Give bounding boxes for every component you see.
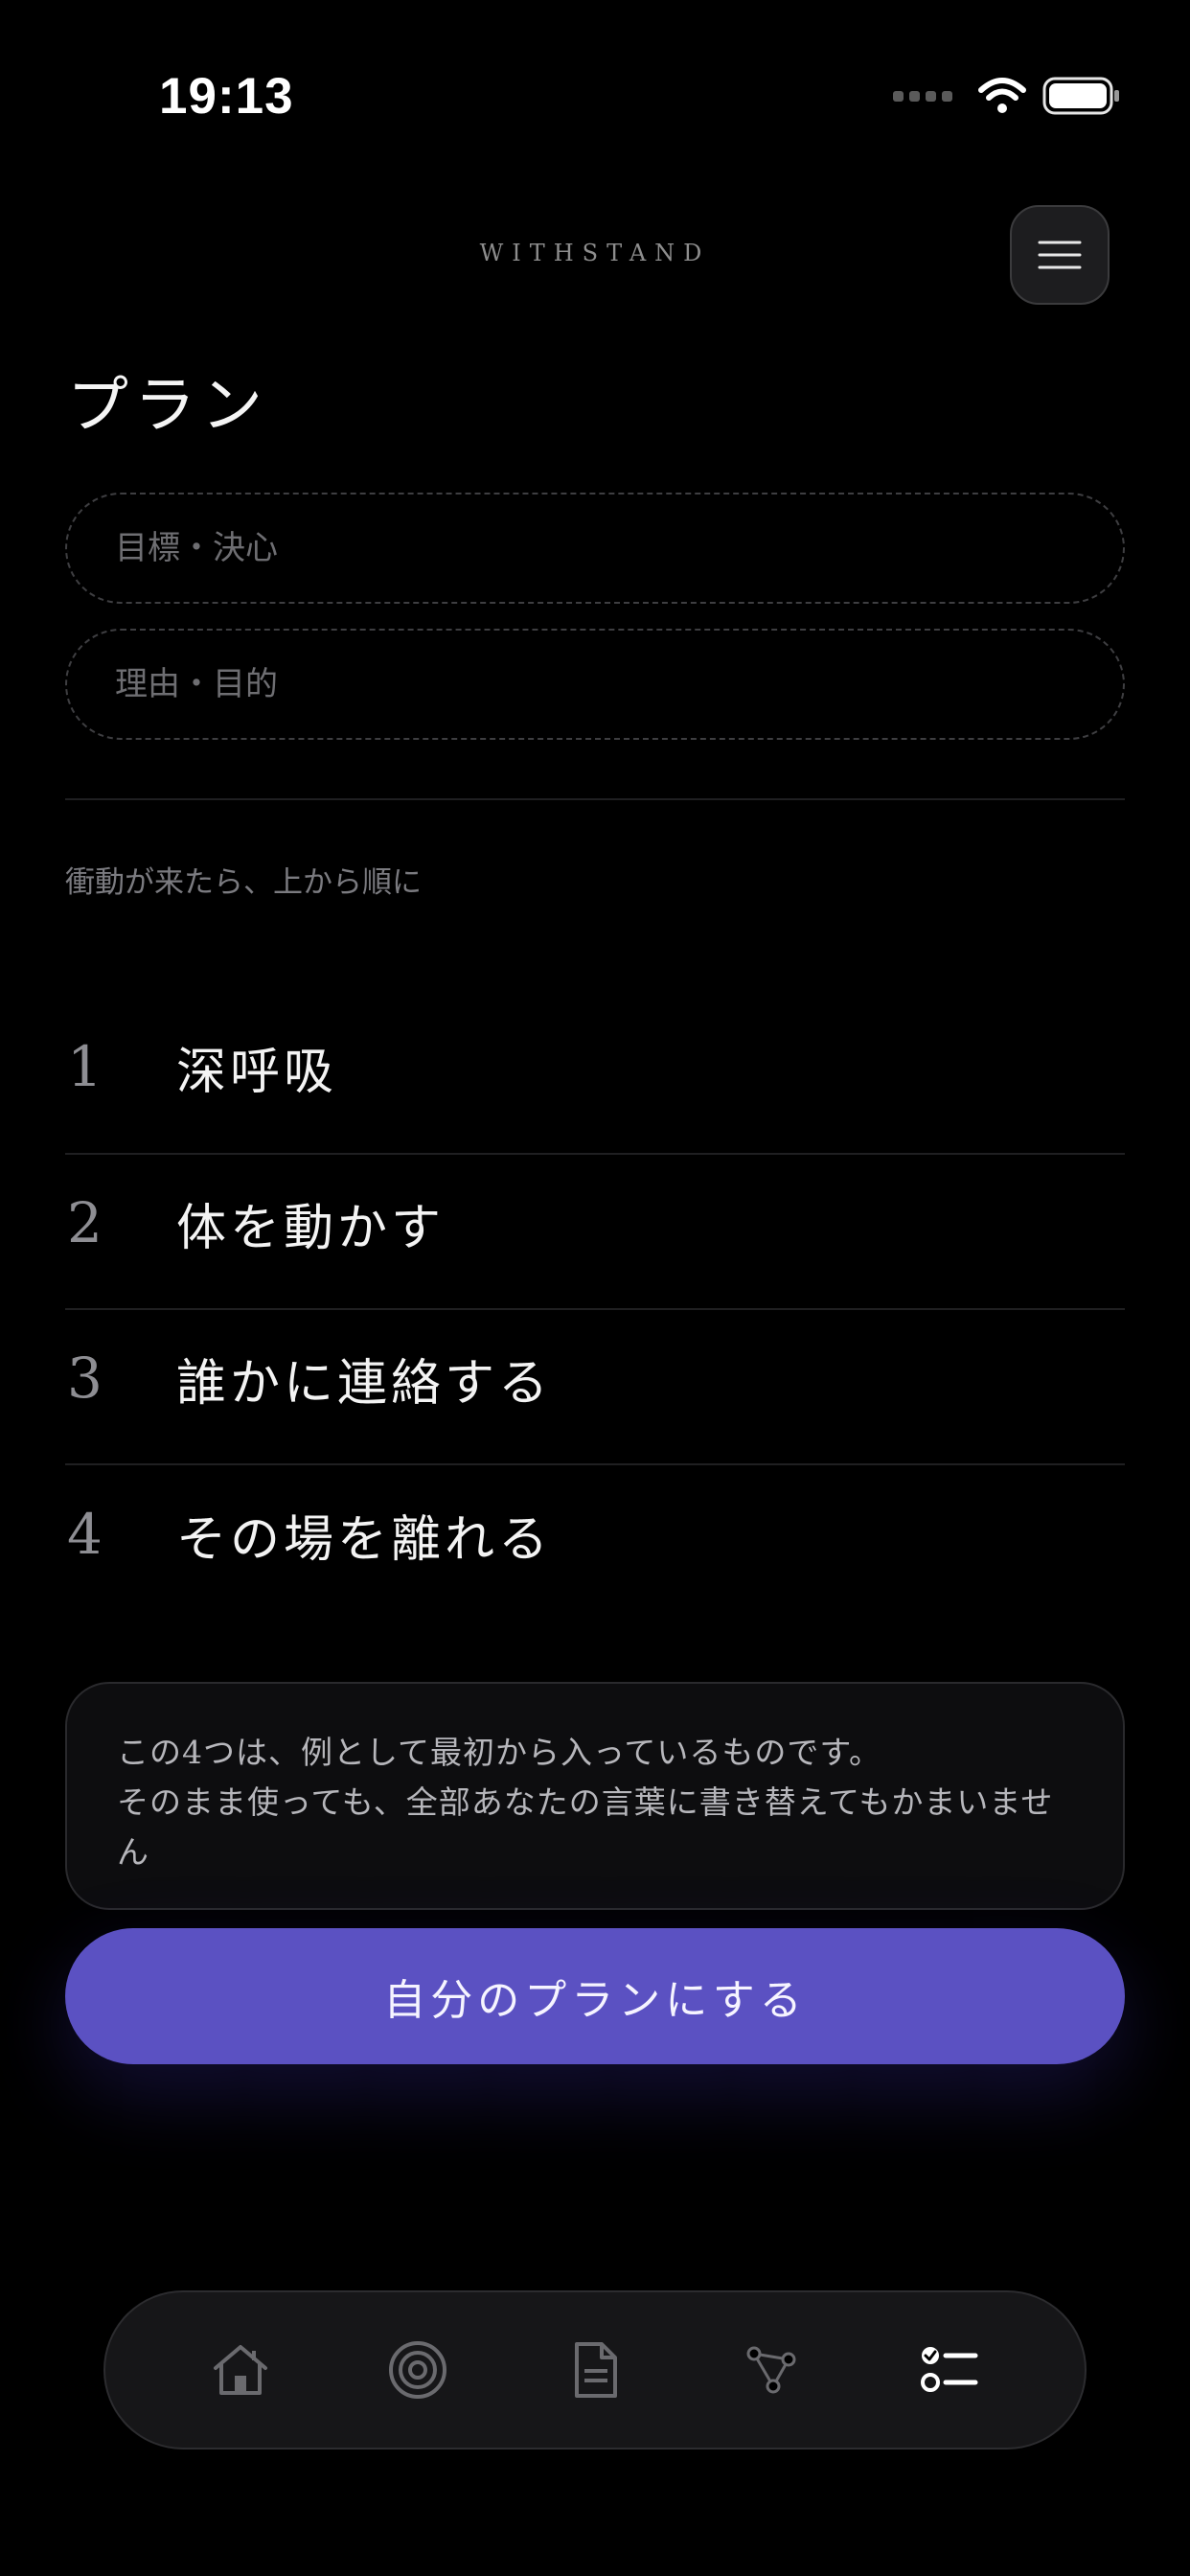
document-icon [574, 2342, 617, 2398]
step-row[interactable]: 3 誰かに連絡する [65, 1300, 1125, 1456]
step-label: 深呼吸 [176, 1043, 338, 1101]
note-line: そのまま使っても、全部あなたの言葉に書き替えてもかまいません [117, 1783, 1054, 1871]
menu-button[interactable] [1010, 205, 1110, 305]
tab-plan[interactable] [902, 2322, 997, 2418]
step-row[interactable]: 4 その場を離れる [65, 1457, 1125, 1612]
goal-input[interactable] [65, 493, 1125, 604]
checklist-icon [921, 2347, 978, 2392]
hint-text: 衝動が来たら、上から順に [65, 865, 422, 900]
network-icon [746, 2346, 796, 2394]
step-number: 3 [67, 1346, 103, 1411]
info-note: この4つは、例として最初から入っているものです。 そのまま使っても、全部あなたの… [65, 1682, 1125, 1910]
step-row[interactable]: 2 体を動かす [65, 1145, 1125, 1300]
step-label: その場を離れる [176, 1510, 553, 1569]
step-number: 1 [67, 1034, 103, 1099]
step-label: 誰かに連絡する [176, 1354, 553, 1413]
status-icons [893, 75, 1121, 117]
note-line: この4つは、例として最初から入っているものです。 [117, 1734, 882, 1771]
reason-input[interactable] [65, 629, 1125, 740]
wifi-icon [978, 78, 1026, 113]
make-my-plan-button[interactable]: 自分のプランにする [65, 1928, 1125, 2064]
hamburger-icon [1038, 241, 1082, 269]
battery-icon [1042, 77, 1119, 115]
step-number: 4 [67, 1502, 103, 1567]
tab-home[interactable] [193, 2322, 288, 2418]
status-time: 19:13 [159, 68, 294, 125]
page-title: プラン [67, 371, 268, 442]
step-row[interactable]: 1 深呼吸 [65, 989, 1125, 1144]
target-icon [388, 2341, 446, 2399]
section-divider [65, 798, 1125, 800]
tab-connections[interactable] [724, 2322, 820, 2418]
tab-notes[interactable] [547, 2322, 643, 2418]
tab-goals[interactable] [370, 2322, 466, 2418]
step-number: 2 [67, 1190, 103, 1255]
cellular-signal-icon [893, 90, 952, 102]
home-icon [213, 2345, 267, 2395]
bottom-tab-bar [103, 2290, 1087, 2450]
step-label: 体を動かす [176, 1199, 446, 1257]
